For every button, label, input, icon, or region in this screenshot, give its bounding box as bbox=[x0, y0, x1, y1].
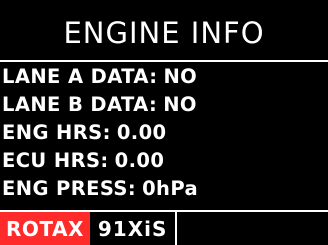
footer-bar: ROTAX 91XiS bbox=[0, 210, 328, 245]
lane-a-data-value: NO bbox=[163, 65, 198, 88]
eng-press-value: 0hPa bbox=[142, 177, 199, 200]
eng-press-label: ENG PRESS: bbox=[2, 177, 137, 200]
lane-a-data-label: LANE A DATA: bbox=[2, 65, 158, 88]
engine-model: 91XiS bbox=[97, 216, 168, 241]
engine-info-screen: ENGINE INFO LANE A DATA: NO LANE B DATA: N… bbox=[0, 0, 328, 245]
eng-hrs-label: ENG HRS: bbox=[2, 121, 111, 144]
ecu-hrs-label: ECU HRS: bbox=[2, 149, 109, 172]
eng-hrs-value: 0.00 bbox=[116, 121, 167, 144]
lane-b-data-label: LANE B DATA: bbox=[2, 93, 158, 116]
header: ENGINE INFO bbox=[0, 0, 328, 62]
page-title: ENGINE INFO bbox=[63, 16, 265, 50]
row-eng-hrs: ENG HRS: 0.00 bbox=[0, 119, 328, 147]
footer-empty-slot bbox=[177, 212, 328, 245]
ecu-hrs-value: 0.00 bbox=[114, 149, 165, 172]
row-lane-a-data: LANE A DATA: NO bbox=[0, 63, 328, 91]
lane-b-data-value: NO bbox=[163, 93, 197, 116]
row-lane-b-data: LANE B DATA: NO bbox=[0, 91, 328, 119]
engine-info-list: LANE A DATA: NO LANE B DATA: NO ENG HRS: 0.… bbox=[0, 63, 328, 203]
brand-badge: ROTAX bbox=[0, 212, 90, 245]
row-ecu-hrs: ECU HRS: 0.00 bbox=[0, 147, 328, 175]
row-eng-press: ENG PRESS: 0hPa bbox=[0, 175, 328, 203]
